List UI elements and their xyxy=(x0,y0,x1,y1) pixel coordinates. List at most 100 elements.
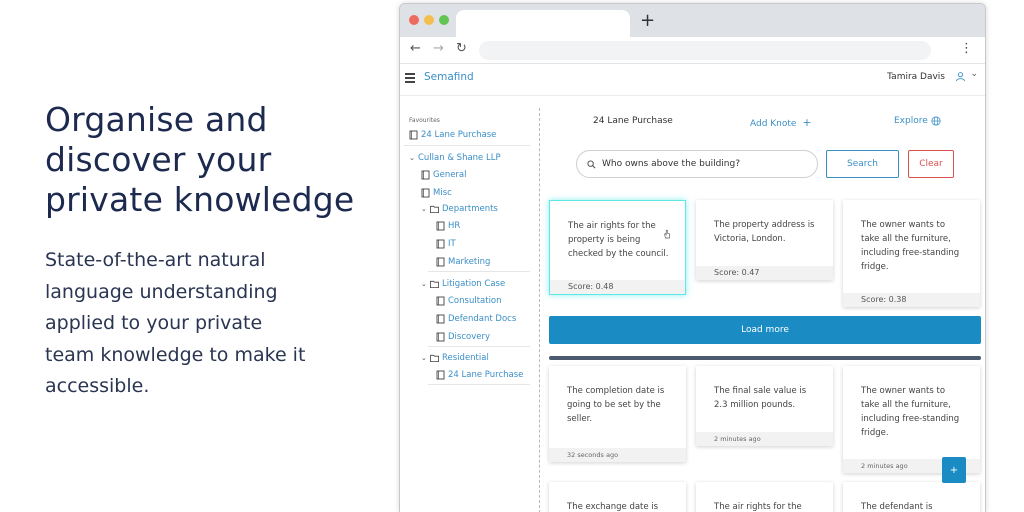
add-knote-label: Add Knote xyxy=(750,119,797,129)
chevron-down-icon[interactable]: ⌄ xyxy=(970,69,978,79)
chevron-down-icon: ⌄ xyxy=(421,354,427,362)
knote-card[interactable]: The defendant is xyxy=(843,482,980,512)
card-text: The final sale value is 2.3 million poun… xyxy=(714,386,807,410)
sidebar-heading: Favourites xyxy=(409,117,440,124)
folder-icon xyxy=(430,280,439,289)
card-text: The owner wants to take all the furnitur… xyxy=(861,386,960,438)
clear-button[interactable]: Clear xyxy=(908,150,954,178)
add-knote-button[interactable]: Add Knote + xyxy=(750,116,812,129)
card-score: Score: 0.38 xyxy=(843,293,980,307)
sidebar-item-label: General xyxy=(433,170,467,180)
back-icon[interactable]: ← xyxy=(410,41,421,57)
book-icon xyxy=(436,370,445,380)
hand-cursor-icon xyxy=(664,229,671,239)
hero-body-line: language understanding xyxy=(45,280,278,303)
sidebar-item-label: Cullan & Shane LLP xyxy=(418,153,501,163)
sidebar-item-litigation[interactable]: ⌄ Litigation Case xyxy=(421,279,505,289)
knote-card[interactable]: The air rights for the xyxy=(696,482,833,512)
chevron-down-icon: ⌄ xyxy=(409,154,415,162)
knote-card[interactable]: The final sale value is 2.3 million poun… xyxy=(696,366,833,446)
hamburger-menu-icon[interactable] xyxy=(405,73,415,85)
sidebar-item-discovery[interactable]: Discovery xyxy=(436,332,490,342)
knote-card[interactable]: The exchange date is xyxy=(549,482,686,512)
hero-section: Organise and discover your private knowl… xyxy=(45,100,390,403)
folder-icon xyxy=(430,205,439,214)
hero-heading-line: discover your xyxy=(45,140,272,179)
sidebar-divider xyxy=(428,346,530,347)
sidebar-item-label: Marketing xyxy=(448,257,491,267)
sidebar-item-it[interactable]: IT xyxy=(436,239,456,249)
book-icon xyxy=(436,257,445,267)
new-tab-button[interactable]: + xyxy=(640,10,655,32)
sidebar-divider xyxy=(428,384,530,385)
sidebar-item-label: Departments xyxy=(442,204,498,214)
sidebar-item-residential[interactable]: ⌄ Residential xyxy=(421,353,489,363)
sidebar-item-label: IT xyxy=(448,239,456,249)
sidebar-item-label: Defendant Docs xyxy=(448,314,517,324)
sidebar-item-departments[interactable]: ⌄ Departments xyxy=(421,204,498,214)
book-icon xyxy=(421,188,430,198)
browser-menu-icon[interactable]: ⋮ xyxy=(960,41,973,57)
app-brand[interactable]: Semafind xyxy=(424,71,474,83)
minimize-window-icon[interactable] xyxy=(424,15,434,25)
book-icon xyxy=(436,239,445,249)
load-more-button[interactable]: Load more xyxy=(549,316,981,344)
sidebar-item-residential-purchase[interactable]: 24 Lane Purchase xyxy=(436,370,523,380)
card-text: The exchange date is xyxy=(567,502,659,512)
sidebar-divider xyxy=(404,145,530,146)
user-icon[interactable] xyxy=(955,71,966,82)
browser-window: + ← → ↻ ⋮ Semafind Tamira Davis ⌄ Favour… xyxy=(399,3,986,512)
search-icon xyxy=(587,159,596,168)
user-name[interactable]: Tamira Davis xyxy=(887,72,945,82)
section-divider xyxy=(549,356,981,360)
knote-card[interactable]: The completion date is going to be set b… xyxy=(549,366,686,462)
search-input[interactable] xyxy=(602,159,802,169)
sidebar-item-favourite[interactable]: 24 Lane Purchase xyxy=(409,130,496,140)
sidebar-item-misc[interactable]: Misc xyxy=(421,188,452,198)
browser-tab[interactable] xyxy=(456,10,630,37)
sidebar-item-label: 24 Lane Purchase xyxy=(421,130,497,140)
hero-body-line: accessible. xyxy=(45,375,150,397)
search-button[interactable]: Search xyxy=(826,150,899,178)
sidebar-item-general[interactable]: General xyxy=(421,170,467,180)
card-text: The owner wants to take all the furnitur… xyxy=(861,220,960,272)
sidebar-item-label: Consultation xyxy=(448,296,502,306)
card-score: Score: 0.48 xyxy=(550,280,685,294)
explore-button[interactable]: Explore xyxy=(894,116,941,126)
book-icon xyxy=(436,332,445,342)
close-window-icon[interactable] xyxy=(409,15,419,25)
book-icon xyxy=(409,130,418,140)
address-bar[interactable] xyxy=(479,41,931,60)
result-card[interactable]: The owner wants to take all the furnitur… xyxy=(843,200,980,307)
folder-icon xyxy=(430,354,439,363)
plus-icon: + xyxy=(802,116,812,129)
maximize-window-icon[interactable] xyxy=(439,15,449,25)
sidebar-item-marketing[interactable]: Marketing xyxy=(436,257,490,267)
page-title: 24 Lane Purchase xyxy=(593,116,673,126)
sidebar-item-defendant-docs[interactable]: Defendant Docs xyxy=(436,314,516,324)
card-text: The property address is Victoria, London… xyxy=(714,220,815,244)
book-icon xyxy=(436,296,445,306)
add-knote-fab[interactable]: + xyxy=(942,457,966,483)
hero-heading: Organise and discover your private knowl… xyxy=(45,100,390,220)
result-card[interactable]: The air rights for the property is being… xyxy=(549,200,686,295)
sidebar-item-workspace[interactable]: ⌄ Cullan & Shane LLP xyxy=(409,153,501,163)
browser-navbar: ← → ↻ ⋮ xyxy=(400,37,985,64)
hero-body-line: team knowledge to make it xyxy=(45,343,306,366)
sidebar-item-label: 24 Lane Purchase xyxy=(448,370,524,380)
sidebar-item-hr[interactable]: HR xyxy=(436,221,460,231)
card-timestamp: 2 minutes ago xyxy=(696,432,833,446)
forward-icon[interactable]: → xyxy=(433,41,444,57)
sidebar-item-consultation[interactable]: Consultation xyxy=(436,296,502,306)
reload-icon[interactable]: ↻ xyxy=(456,41,467,57)
sidebar-item-label: Misc xyxy=(433,188,452,198)
hero-body-line: applied to your private xyxy=(45,312,263,334)
browser-titlebar: + xyxy=(400,4,985,37)
hero-body: State-of-the-art natural language unders… xyxy=(45,245,390,403)
sidebar-item-label: HR xyxy=(448,221,461,231)
card-score: Score: 0.47 xyxy=(696,266,833,280)
app-header: Semafind Tamira Davis ⌄ xyxy=(400,64,985,96)
hero-heading-line: Organise and xyxy=(45,100,268,139)
sidebar-item-label: Residential xyxy=(442,353,489,363)
result-card[interactable]: The property address is Victoria, London… xyxy=(696,200,833,280)
